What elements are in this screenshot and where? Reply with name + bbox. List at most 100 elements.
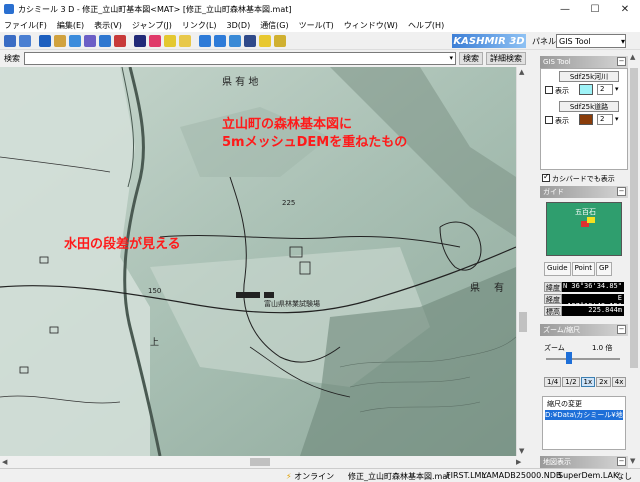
flag-icon[interactable] (149, 34, 161, 47)
layer-river-color-swatch[interactable] (579, 84, 593, 95)
move-icon[interactable] (4, 34, 16, 47)
status-file: 修正_立山町森林基本図.mat (348, 472, 451, 481)
maximize-button[interactable]: ☐ (580, 0, 610, 18)
map-horizontal-scrollbar[interactable]: ◀ ▶ (0, 456, 528, 468)
layer-road-color-swatch[interactable] (579, 114, 593, 125)
menu-edit[interactable]: 編集(E) (57, 20, 84, 31)
zoom-title: ズーム/縮尺 (543, 326, 581, 334)
online-status: ⚡ オンライン (286, 471, 334, 482)
elevation-row: 標高 225.844m (544, 306, 624, 316)
layer-name-road[interactable]: Sdf25k道路 (559, 101, 619, 112)
search-input[interactable]: ▾ (24, 51, 456, 65)
menu-bar: ファイル(F) 編集(E) 表示(V) ジャンプ(J) リンク(L) 3D(D)… (0, 18, 640, 32)
zoom-2x-button[interactable]: 2x (596, 377, 611, 387)
collapse-icon[interactable]: − (617, 325, 626, 334)
menu-help[interactable]: ヘルプ(H) (408, 20, 444, 31)
scroll-up-icon[interactable]: ▲ (630, 53, 635, 61)
layer-road-width-select[interactable]: 2 (597, 114, 613, 125)
zoom-slider-thumb[interactable] (566, 352, 572, 364)
side-panel-scrollbar[interactable]: ▲ ▼ (628, 52, 640, 466)
arrow-right-icon[interactable] (199, 34, 211, 47)
status-none: なし (616, 472, 632, 481)
scroll-down-icon[interactable]: ▼ (519, 447, 524, 455)
map-label-elevation-150: 150 (148, 287, 162, 295)
scale-change-box: 縮尺の変更 D:¥Data\カシミール¥地形図 (542, 396, 626, 450)
detail-search-button[interactable]: 詳細検索 (486, 51, 526, 65)
zoom-4x-button[interactable]: 4x (611, 377, 627, 387)
guide-title: ガイド (543, 188, 564, 196)
ruler-icon[interactable] (179, 34, 191, 47)
zoom-in-icon[interactable] (19, 34, 31, 47)
zoom-quarter-button[interactable]: 1/4 (544, 377, 562, 387)
tab-gp[interactable]: GP (595, 262, 612, 276)
menu-jump[interactable]: ジャンプ(J) (132, 20, 172, 31)
online-label: オンライン (294, 472, 335, 481)
layer-road-show-checkbox[interactable] (545, 116, 553, 124)
map-horizontal-scroll-thumb[interactable] (250, 458, 270, 466)
map-print-icon[interactable] (69, 34, 81, 47)
layer-river-show-checkbox[interactable] (545, 86, 553, 94)
map-layer-icon[interactable] (54, 34, 66, 47)
map-settings-icon[interactable] (99, 34, 111, 47)
gis-layer-list: Sdf25k河川 表示 2 ▾ Sdf25k道路 表示 2 ▾ (540, 68, 628, 170)
cashbird-checkbox[interactable] (542, 172, 550, 182)
collapse-icon[interactable]: − (617, 57, 626, 66)
scroll-up-icon[interactable]: ▲ (519, 68, 524, 76)
menu-tools[interactable]: ツール(T) (299, 20, 334, 31)
collapse-icon[interactable]: − (617, 187, 626, 196)
menu-3d[interactable]: 3D(D) (227, 21, 251, 30)
menu-comm[interactable]: 通信(G) (260, 20, 288, 31)
layer-name-river[interactable]: Sdf25k河川 (559, 71, 619, 82)
window-title: カシミール 3 D - 修正_立山町基本図<MAT> [修正_立山町森林基本図.… (18, 4, 292, 14)
flag-icon (587, 217, 595, 223)
menu-window[interactable]: ウィンドウ(W) (344, 20, 398, 31)
binoculars-icon[interactable] (134, 34, 146, 47)
scale-list-item[interactable]: D:¥Data\カシミール¥地形図 (545, 410, 623, 420)
open-map-icon[interactable] (39, 34, 51, 47)
menu-link[interactable]: リンク(L) (182, 20, 217, 31)
collapse-icon[interactable]: − (617, 457, 626, 466)
zoom-1x-button[interactable]: 1x (580, 377, 596, 387)
scroll-right-icon[interactable]: ▶ (516, 458, 521, 466)
map-label-kami: 上 (150, 338, 160, 348)
guide-tabs: Guide Point GP (544, 262, 624, 276)
map-export-icon[interactable] (84, 34, 96, 47)
side-panel-scroll-thumb[interactable] (630, 68, 638, 368)
map-vertical-scrollbar[interactable]: ▲ ▼ (516, 67, 528, 456)
map-annotation-title-1: 立山町の森林基本図に (222, 117, 353, 132)
latitude-value: N 36°36'34.85" (562, 282, 624, 292)
elevation-value: 225.844m (562, 306, 624, 316)
panel-select[interactable]: GIS Tool ▾ (556, 34, 626, 48)
chevron-down-icon[interactable]: ▾ (615, 115, 619, 123)
status-ndb: YAMADB25000.NDB (482, 471, 562, 480)
map-vertical-scroll-thumb[interactable] (519, 312, 527, 332)
menu-file[interactable]: ファイル(F) (4, 20, 47, 31)
zoom-half-button[interactable]: 1/2 (562, 377, 580, 387)
menu-view[interactable]: 表示(V) (94, 20, 122, 31)
minimize-button[interactable]: — (550, 0, 580, 18)
info-icon[interactable] (274, 34, 286, 47)
map-annotation-paddy: 水田の段差が見える (64, 237, 181, 252)
guide-minimap[interactable]: 五百石 (546, 202, 622, 256)
route-icon[interactable] (229, 34, 241, 47)
tab-point[interactable]: Point (571, 262, 595, 276)
help-icon[interactable] (259, 34, 271, 47)
map-delete-icon[interactable] (114, 34, 126, 47)
chevron-down-icon[interactable]: ▾ (615, 85, 619, 93)
status-lml: FIRST.LML (446, 471, 486, 480)
close-button[interactable]: ✕ (610, 0, 640, 18)
marker-icon[interactable] (164, 34, 176, 47)
search-button[interactable]: 検索 (459, 51, 483, 65)
gps-icon[interactable] (244, 34, 256, 47)
layer-river-width-select[interactable]: 2 (597, 84, 613, 95)
chevron-down-icon[interactable]: ▾ (449, 54, 453, 62)
arrows-swap-icon[interactable] (214, 34, 226, 47)
scroll-left-icon[interactable]: ◀ (2, 458, 7, 466)
tab-guide[interactable]: Guide (544, 262, 571, 276)
scroll-down-icon[interactable]: ▼ (630, 457, 635, 465)
zoom-header: ズーム/縮尺 − (540, 324, 628, 336)
zoom-slider-track[interactable] (546, 358, 620, 360)
map-view[interactable]: 立山町の森林基本図に 5mメッシュDEMを重ねたもの 水田の段差が見える 県 有… (0, 67, 516, 456)
status-dem: SuperDem.LAK (558, 471, 619, 480)
cashbird-label: カシバードでも表示 (552, 175, 615, 183)
